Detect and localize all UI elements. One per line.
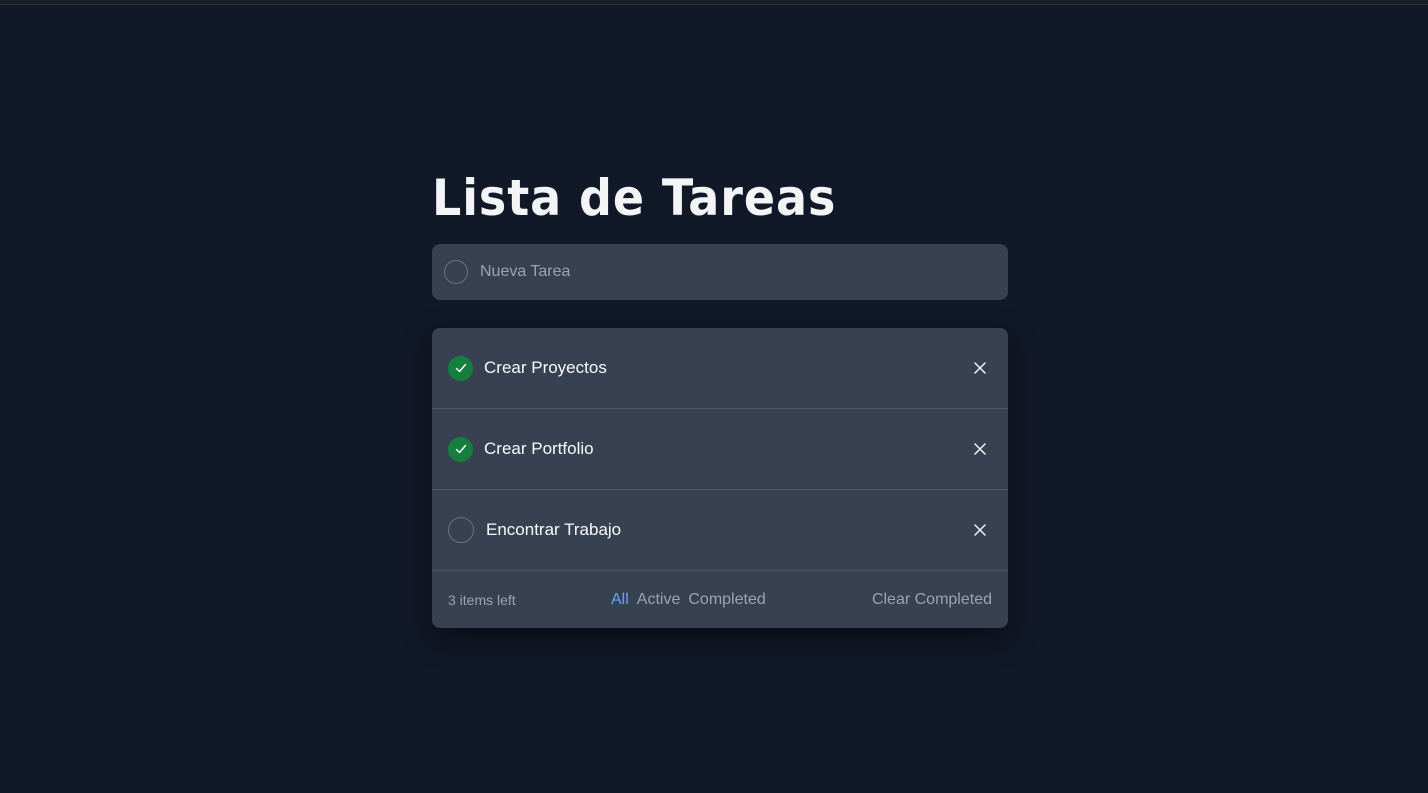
page-title: Lista de Tareas <box>432 169 837 227</box>
clear-completed-button[interactable]: Clear Completed <box>872 591 992 609</box>
filter-active[interactable]: Active <box>637 591 681 609</box>
delete-close-icon[interactable] <box>968 437 992 461</box>
new-task-input[interactable] <box>478 251 1008 293</box>
todo-footer: 3 items left All Active Completed Clear … <box>432 571 1008 628</box>
todo-item-text: Crear Proyectos <box>484 358 607 377</box>
todo-item: Crear Portfolio <box>432 409 1008 490</box>
filter-completed[interactable]: Completed <box>688 591 765 609</box>
new-task-bar <box>432 244 1008 300</box>
todo-item-text: Crear Portfolio <box>484 439 594 458</box>
delete-close-icon[interactable] <box>968 518 992 542</box>
completed-check-icon[interactable] <box>448 436 473 462</box>
incomplete-circle-icon[interactable] <box>448 517 474 543</box>
delete-close-icon[interactable] <box>968 356 992 380</box>
completed-check-icon[interactable] <box>448 355 473 381</box>
window-top-border <box>0 0 1428 5</box>
filter-group: All Active Completed <box>611 591 766 609</box>
todo-item: Encontrar Trabajo <box>432 490 1008 571</box>
items-left-count: 3 items left <box>448 591 516 608</box>
filter-all[interactable]: All <box>611 591 629 609</box>
todo-app: Lista de Tareas Crear Proyectos Crear Po… <box>432 160 1008 628</box>
todo-list: Crear Proyectos Crear Portfolio Encontra… <box>432 328 1008 628</box>
todo-item-text: Encontrar Trabajo <box>486 520 622 539</box>
todo-item: Crear Proyectos <box>432 328 1008 409</box>
new-task-circle-icon <box>444 260 468 284</box>
